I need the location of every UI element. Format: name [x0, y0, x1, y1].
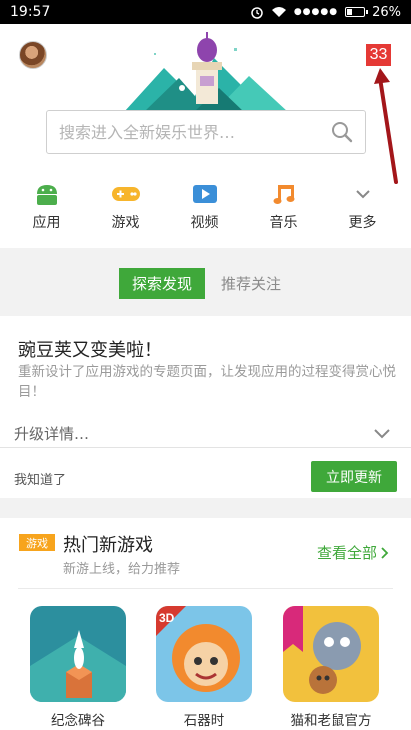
view-all-label: 查看全部	[317, 544, 378, 562]
alarm-icon	[250, 5, 264, 19]
search-icon[interactable]	[331, 121, 353, 143]
banner-illustration	[124, 32, 288, 112]
update-card: 豌豆荚又变美啦！ 重新设计了应用游戏的专题页面，让发现应用的过程变得赏心悦目！ …	[0, 316, 411, 498]
update-description: 重新设计了应用游戏的专题页面，让发现应用的过程变得赏心悦目！	[18, 364, 396, 400]
status-bar: 19:57 ●●●●● 26%	[0, 0, 411, 24]
category-label: 音乐	[269, 215, 298, 231]
app-name: 纪念碑谷	[51, 713, 105, 729]
divider	[18, 588, 393, 589]
app-item[interactable]: 3D 石器时	[154, 606, 254, 729]
section-tag: 游戏	[19, 534, 55, 551]
app-icon-monument-valley	[30, 606, 126, 702]
category-label: 更多	[348, 215, 377, 231]
red-arrow-annotation	[374, 68, 398, 184]
app-name: 石器时	[183, 713, 225, 729]
app-item[interactable]: 猫和老鼠官方	[281, 606, 381, 729]
category-apps[interactable]: 应用	[7, 176, 86, 242]
header: 33	[0, 24, 411, 184]
app-icon-stone-age: 3D	[156, 606, 252, 702]
tab-explore[interactable]: 探索发现	[119, 268, 205, 299]
category-label: 视频	[190, 215, 219, 231]
music-note-icon	[269, 180, 299, 208]
wifi-icon	[271, 6, 287, 18]
update-details-label: 升级详情…	[14, 424, 90, 443]
update-title: 豌豆荚又变美啦！	[18, 340, 162, 361]
hot-games-section: 游戏 热门新游戏 新游上线，给力推荐 查看全部 纪念碑谷 3D 石器时 猫和老鼠…	[0, 518, 411, 730]
update-details-row[interactable]: 升级详情…	[0, 418, 411, 448]
section-subtitle: 新游上线，给力推荐	[63, 562, 181, 577]
dismiss-button[interactable]: 我知道了	[14, 469, 66, 488]
category-more[interactable]: 更多	[323, 176, 402, 242]
category-music[interactable]: 音乐	[244, 176, 323, 242]
section-gap	[0, 498, 411, 518]
category-label: 应用	[32, 215, 61, 231]
chevron-down-icon	[348, 180, 378, 208]
view-all-link[interactable]: 查看全部	[317, 542, 389, 563]
tab-recommended-follow[interactable]: 推荐关注	[211, 268, 291, 299]
android-icon	[32, 180, 62, 208]
update-now-button[interactable]: 立即更新	[311, 461, 397, 492]
status-time: 19:57	[10, 4, 51, 20]
app-item[interactable]: 纪念碑谷	[28, 606, 128, 729]
avatar[interactable]	[19, 41, 47, 69]
category-games[interactable]: 游戏	[86, 176, 165, 242]
category-label: 游戏	[111, 215, 140, 231]
battery-icon	[345, 7, 369, 17]
notification-badge[interactable]: 33	[366, 44, 391, 66]
signal-dots: ●●●●●	[293, 7, 339, 17]
category-nav: 应用 游戏 视频 音乐 更多	[0, 176, 411, 242]
status-icons: ●●●●● 26%	[250, 5, 401, 20]
chevron-down-icon	[374, 428, 390, 438]
app-icon-tom-and-jerry	[283, 606, 379, 702]
category-videos[interactable]: 视频	[165, 176, 244, 242]
search-box[interactable]	[46, 110, 366, 154]
gamepad-icon	[111, 180, 141, 208]
app-name: 猫和老鼠官方	[290, 713, 372, 729]
chevron-right-icon	[381, 546, 389, 559]
divider	[0, 447, 411, 448]
svg-text:3D: 3D	[159, 611, 175, 625]
section-title: 热门新游戏	[63, 535, 153, 556]
feed-tabs: 探索发现 推荐关注	[119, 268, 291, 299]
search-input[interactable]	[59, 122, 331, 142]
video-play-icon	[190, 180, 220, 208]
battery-percent: 26%	[372, 4, 401, 20]
